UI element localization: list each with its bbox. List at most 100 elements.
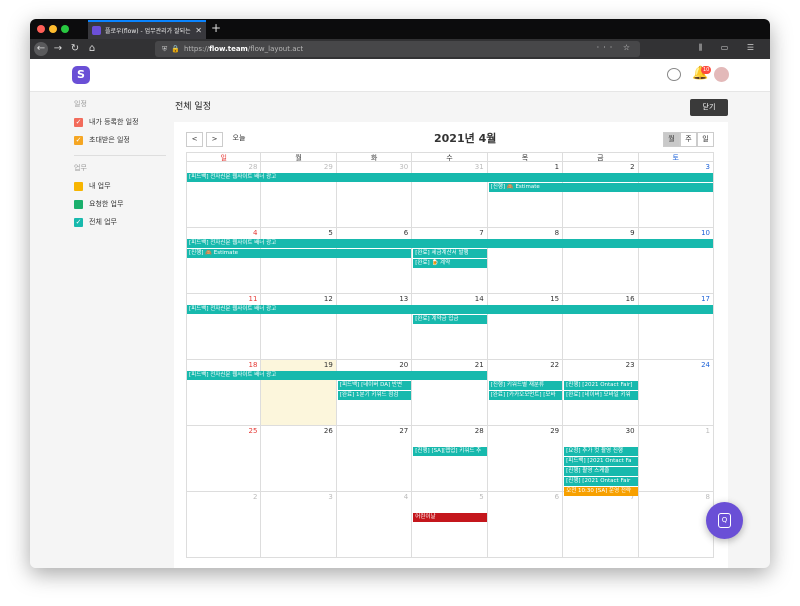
new-tab-button[interactable]: + (211, 21, 221, 35)
calendar-day-cell[interactable]: 15 (487, 294, 564, 360)
calendar-event[interactable]: [피드백] 전자신문 웹사이트 배너 광고 (187, 173, 713, 182)
home-button[interactable]: ⌂ (86, 42, 98, 56)
calendar-day-cell[interactable]: 13 (336, 294, 413, 360)
calendar-event[interactable]: 어린이날 (413, 513, 487, 522)
day-number: 12 (323, 295, 333, 303)
day-number: 6 (403, 229, 409, 237)
calendar-day-cell[interactable]: 30 (336, 162, 413, 228)
calendar-event[interactable]: [완료] 계약금 입금 (413, 315, 487, 324)
calendar-day-cell[interactable]: 27 (336, 426, 413, 492)
calendar-event[interactable]: [완료] [카카오모먼트] [모바 (488, 391, 563, 400)
calendar-day-cell[interactable]: 7 (563, 492, 639, 558)
calendar-day-cell[interactable]: 17 (638, 294, 714, 360)
next-month-button[interactable]: > (206, 132, 223, 147)
tab-close-icon[interactable]: ✕ (195, 26, 202, 35)
calendar-day-cell[interactable]: 28 (412, 426, 488, 492)
sidebar-filter-item[interactable]: 요청한 업무 (74, 198, 123, 210)
calendar-event[interactable]: [피드백] [2021 Ontact Fa (564, 457, 638, 466)
calendar-day-cell[interactable]: 10 (638, 228, 714, 294)
checkbox-checked-icon[interactable]: ✓ (74, 217, 83, 227)
minimize-window-button[interactable] (49, 25, 57, 33)
calendar-day-cell[interactable]: 1 (638, 426, 714, 492)
calendar-day-cell[interactable]: 3 (638, 162, 714, 228)
calendar-day-cell[interactable]: 6 (487, 492, 564, 558)
sidebar-section-schedule: 일정 (74, 100, 87, 108)
calendar-day-cell[interactable]: 11 (186, 294, 262, 360)
calendar-day-cell[interactable]: 14 (412, 294, 488, 360)
url-bar[interactable]: ⛨ 🔒 https://flow.team/flow_layout.act ··… (155, 41, 640, 57)
calendar-day-cell[interactable]: 4 (186, 228, 262, 294)
calendar-day-cell[interactable]: 26 (261, 426, 337, 492)
calendar-day-cell[interactable]: 8 (487, 228, 564, 294)
checkbox-checked-icon[interactable]: ✓ (74, 135, 83, 145)
calendar-day-cell[interactable]: 5 (412, 492, 488, 558)
calendar-event[interactable]: [피드백] 전자신문 웹사이트 배너 광고 (187, 239, 713, 248)
calendar-event[interactable]: [진행] 키워드별 재분류 (488, 381, 563, 390)
calendar-day-cell[interactable]: 2 (186, 492, 262, 558)
calendar-event[interactable]: [진행] [SA][랩업] 키워드 추 (413, 447, 487, 456)
view-toggle-button[interactable]: 주 (680, 132, 697, 147)
calendar-event[interactable]: [피드백] [네이버 DA] 반변 (337, 381, 412, 390)
color-square-icon[interactable] (74, 181, 83, 191)
sidebar-filter-item[interactable]: ✓ 초대받은 일정 (74, 134, 130, 146)
color-square-icon[interactable] (74, 199, 83, 209)
calendar-day-cell[interactable]: 8 (638, 492, 714, 558)
calendar-event[interactable]: [완료] 🍺 계약 (413, 259, 487, 268)
flow-logo-icon[interactable]: S (72, 66, 90, 84)
browser-tab[interactable]: 플로우(flow) - 업무관리가 잘되는 1등 ✕ (88, 20, 206, 39)
calendar-event[interactable]: [진행] 🙈 Estimate (187, 249, 412, 258)
calendar-event[interactable]: [완료] [네이버] 모바일 키워 (564, 391, 638, 400)
calendar-day-cell[interactable]: 2 (563, 162, 639, 228)
calendar-event[interactable]: [진행] 🙈 Estimate (488, 183, 713, 192)
calendar-event[interactable]: 오전 10:30 [SA] 운영 전략 (564, 487, 638, 496)
calendar-day-cell[interactable]: 24 (638, 360, 714, 426)
today-button[interactable]: 오늘 (227, 132, 251, 147)
url-actions-icon[interactable]: ··· ☆ (597, 43, 634, 52)
calendar-event[interactable]: [완료] 1분기 키워드 점검 (337, 391, 412, 400)
calendar-day-cell[interactable]: 31 (412, 162, 488, 228)
calendar-day-cell[interactable]: 25 (186, 426, 262, 492)
calendar-event[interactable]: [피드백] 전자신문 웹사이트 배너 광고 (187, 305, 713, 314)
calendar-day-cell[interactable]: 29 (261, 162, 337, 228)
calendar-day-cell[interactable]: 5 (261, 228, 337, 294)
calendar-day-cell[interactable]: 3 (261, 492, 337, 558)
day-number: 2 (630, 163, 635, 171)
calendar-day-cell[interactable]: 16 (563, 294, 639, 360)
sidebar-filter-item[interactable]: ✓ 내가 등록한 일정 (74, 116, 139, 128)
calendar-event[interactable]: [요청] 추가 컷 촬영 진행 (564, 447, 638, 456)
view-toggle-button[interactable]: 일 (697, 132, 714, 147)
close-window-button[interactable] (37, 25, 45, 33)
calendar-day-cell[interactable]: 29 (487, 426, 564, 492)
sidebar-filter-item[interactable]: 내 업무 (74, 180, 111, 192)
forward-button[interactable]: → (52, 42, 64, 56)
chat-icon[interactable] (667, 68, 681, 81)
calendar-day-cell[interactable]: 18 (186, 360, 262, 426)
close-button[interactable]: 닫기 (690, 99, 728, 116)
prev-month-button[interactable]: < (186, 132, 203, 147)
calendar-event[interactable]: [진행] 촬영 스케줄 (564, 467, 638, 476)
calendar-event[interactable]: [피드백] 전자신문 웹사이트 배너 광고 (187, 371, 487, 380)
calendar-day-cell[interactable]: 12 (261, 294, 337, 360)
day-number: 6 (554, 493, 560, 501)
day-number: 8 (554, 229, 560, 237)
view-toggle-button[interactable]: 월 (663, 132, 680, 147)
calendar-event[interactable]: [진행] [2021 Ontact Fair] (564, 381, 638, 390)
back-button[interactable]: ← (34, 42, 48, 56)
quick-icon: Q (718, 513, 731, 528)
calendar-day-cell[interactable]: 21 (412, 360, 488, 426)
calendar-event[interactable]: [완료] 세금계산서 발행 (413, 249, 487, 258)
maximize-window-button[interactable] (61, 25, 69, 33)
avatar[interactable] (714, 67, 729, 82)
calendar-day-cell[interactable]: 6 (336, 228, 413, 294)
calendar-day-cell[interactable]: 9 (563, 228, 639, 294)
sidebar-filter-item[interactable]: ✓ 전체 업무 (74, 216, 117, 228)
calendar-day-cell[interactable]: 4 (336, 492, 413, 558)
reload-button[interactable]: ↻ (69, 42, 81, 56)
quick-action-button[interactable]: Q (706, 502, 743, 539)
checkbox-checked-icon[interactable]: ✓ (74, 117, 83, 127)
calendar-event[interactable]: [진행] [2021 Ontact Fair (564, 477, 638, 486)
calendar-day-cell[interactable]: 28 (186, 162, 262, 228)
browser-menu-icons[interactable]: ⫼ ▭ ☰ (699, 43, 763, 53)
calendar-day-cell[interactable]: 19 (261, 360, 337, 426)
calendar-day-cell[interactable]: 1 (487, 162, 564, 228)
